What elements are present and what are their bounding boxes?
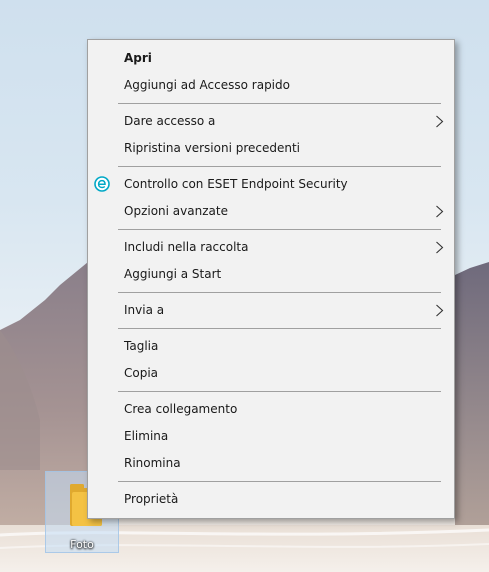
chevron-right-icon	[436, 304, 444, 317]
menu-item-rinomina[interactable]: Rinomina	[88, 450, 454, 477]
menu-item-label: Elimina	[124, 429, 169, 443]
menu-item-label: Aggiungi ad Accesso rapido	[124, 78, 290, 92]
menu-separator	[118, 391, 441, 392]
menu-item-aggiungi-start[interactable]: Aggiungi a Start	[88, 261, 454, 288]
menu-separator	[118, 166, 441, 167]
desktop-folder-label: Foto	[70, 538, 94, 551]
menu-item-label: Opzioni avanzate	[124, 204, 228, 218]
menu-item-invia-a[interactable]: Invia a	[88, 297, 454, 324]
menu-item-label: Crea collegamento	[124, 402, 238, 416]
menu-item-label: Apri	[124, 51, 152, 65]
menu-separator	[118, 292, 441, 293]
chevron-right-icon	[436, 115, 444, 128]
menu-item-dare-accesso[interactable]: Dare accesso a	[88, 108, 454, 135]
menu-item-proprieta[interactable]: Proprietà	[88, 486, 454, 513]
menu-item-opzioni-avanzate[interactable]: Opzioni avanzate	[88, 198, 454, 225]
menu-item-controllo-eset[interactable]: Controllo con ESET Endpoint Security	[88, 171, 454, 198]
menu-item-crea-collegamento[interactable]: Crea collegamento	[88, 396, 454, 423]
menu-item-label: Controllo con ESET Endpoint Security	[124, 177, 348, 191]
menu-item-includi-raccolta[interactable]: Includi nella raccolta	[88, 234, 454, 261]
menu-separator	[118, 229, 441, 230]
context-menu: Apri Aggiungi ad Accesso rapido Dare acc…	[87, 39, 455, 519]
menu-separator	[118, 103, 441, 104]
menu-item-copia[interactable]: Copia	[88, 360, 454, 387]
menu-item-label: Proprietà	[124, 492, 179, 506]
menu-item-label: Ripristina versioni precedenti	[124, 141, 301, 155]
menu-item-apri[interactable]: Apri	[88, 45, 454, 72]
eset-shield-icon	[94, 176, 110, 192]
menu-item-ripristina-versioni[interactable]: Ripristina versioni precedenti	[88, 135, 454, 162]
menu-item-label: Includi nella raccolta	[124, 240, 249, 254]
menu-separator	[118, 481, 441, 482]
menu-item-taglia[interactable]: Taglia	[88, 333, 454, 360]
chevron-right-icon	[436, 205, 444, 218]
chevron-right-icon	[436, 241, 444, 254]
menu-separator	[118, 328, 441, 329]
menu-item-elimina[interactable]: Elimina	[88, 423, 454, 450]
menu-item-label: Invia a	[124, 303, 165, 317]
menu-item-label: Aggiungi a Start	[124, 267, 222, 281]
menu-item-aggiungi-accesso-rapido[interactable]: Aggiungi ad Accesso rapido	[88, 72, 454, 99]
menu-item-label: Dare accesso a	[124, 114, 216, 128]
menu-item-label: Rinomina	[124, 456, 181, 470]
menu-item-label: Taglia	[124, 339, 159, 353]
menu-item-label: Copia	[124, 366, 159, 380]
